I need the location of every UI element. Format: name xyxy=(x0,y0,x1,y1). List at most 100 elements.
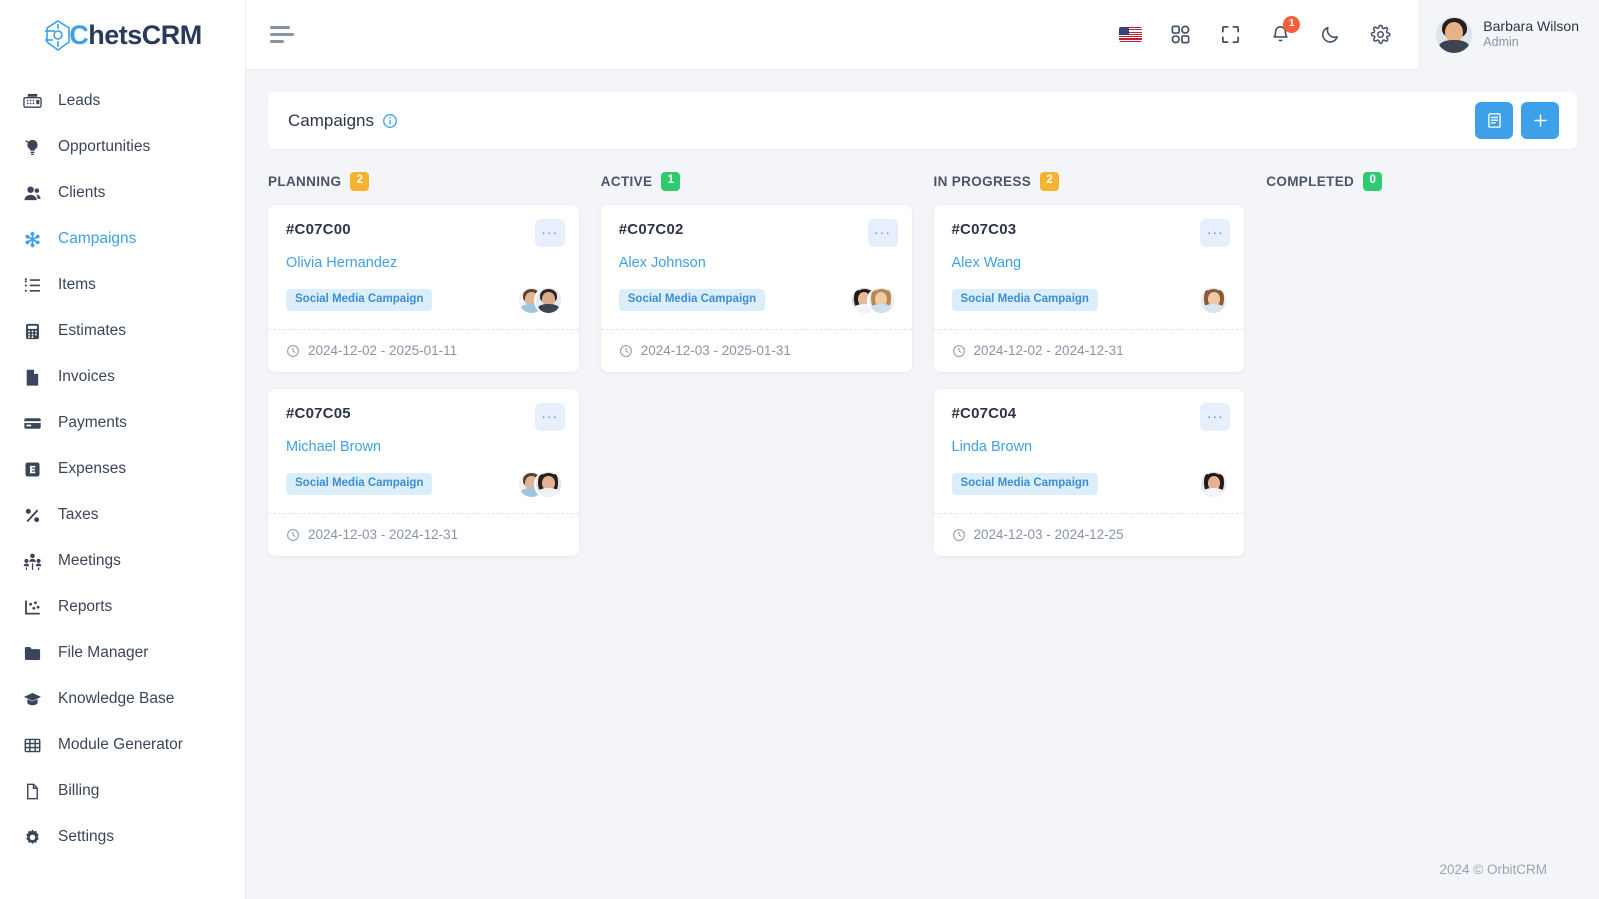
group-icon xyxy=(22,551,42,571)
card-date-range: 2024-12-03 - 2025-01-31 xyxy=(640,343,791,358)
card-person-link[interactable]: Alex Wang xyxy=(952,255,1229,271)
list-view-button[interactable] xyxy=(1475,102,1513,139)
column-count-badge: 2 xyxy=(1040,171,1060,191)
campaign-card[interactable]: #C07C05 ··· Michael Brown Social Media C… xyxy=(268,389,579,556)
app-root: ChetsCRM Leads Opportunities Clients Cam… xyxy=(0,0,1599,899)
sidebar-item-label: Estimates xyxy=(58,322,127,339)
sidebar-item-label: Opportunities xyxy=(58,138,151,155)
sidebar-item-label: Knowledge Base xyxy=(58,690,175,707)
sidebar-item-invoices[interactable]: Invoices xyxy=(0,354,245,400)
card-footer: 2024-12-03 - 2024-12-25 xyxy=(933,513,1245,556)
column-title: IN PROGRESS xyxy=(933,173,1032,189)
card-person-link[interactable]: Linda Brown xyxy=(952,439,1229,455)
logo-mark-icon xyxy=(43,19,73,53)
card-body: #C07C02 ··· Alex Johnson Social Media Ca… xyxy=(601,205,912,329)
dark-mode-moon-icon[interactable] xyxy=(1318,23,1342,47)
graduation-cap-icon xyxy=(22,689,42,709)
column-count-badge: 2 xyxy=(350,171,370,191)
page-title-text: Campaigns xyxy=(288,110,374,130)
sidebar-item-campaigns[interactable]: Campaigns xyxy=(0,216,245,262)
card-footer: 2024-12-02 - 2024-12-31 xyxy=(933,329,1245,372)
sidebar-item-payments[interactable]: Payments xyxy=(0,400,245,446)
sidebar-item-label: Items xyxy=(58,276,96,293)
empty-column-dropzone[interactable] xyxy=(1266,205,1577,265)
add-campaign-button[interactable] xyxy=(1521,102,1559,139)
card-menu-button[interactable]: ··· xyxy=(867,219,898,247)
page-header-card: Campaigns xyxy=(268,92,1577,149)
card-menu-button[interactable]: ··· xyxy=(1200,403,1231,431)
gear-icon xyxy=(22,827,42,847)
kanban-column-completed: COMPLETED 0 xyxy=(1266,169,1577,573)
document-icon xyxy=(22,367,42,387)
card-menu-button[interactable]: ··· xyxy=(1200,219,1231,247)
chart-icon xyxy=(22,597,42,617)
sidebar-item-meetings[interactable]: Meetings xyxy=(0,538,245,584)
language-flag-us-icon[interactable] xyxy=(1118,23,1142,47)
avatar-man-dark-suit xyxy=(533,285,563,315)
sidebar-item-label: Taxes xyxy=(58,506,99,523)
sidebar-item-estimates[interactable]: Estimates xyxy=(0,308,245,354)
column-title: COMPLETED xyxy=(1266,173,1355,189)
user-profile-menu[interactable]: Barbara Wilson Admin xyxy=(1418,0,1599,70)
card-avatar-group xyxy=(1199,469,1229,499)
sidebar: ChetsCRM Leads Opportunities Clients Cam… xyxy=(0,0,246,899)
card-body: #C07C04 ··· Linda Brown Social Media Cam… xyxy=(934,389,1245,513)
card-body: #C07C00 ··· Olivia Hernandez Social Medi… xyxy=(268,205,579,329)
clock-icon xyxy=(286,344,300,358)
sidebar-item-leads[interactable]: Leads xyxy=(0,78,245,124)
settings-gear-icon[interactable] xyxy=(1368,23,1392,47)
card-date-range: 2024-12-03 - 2024-12-25 xyxy=(973,527,1124,542)
sidebar-item-clients[interactable]: Clients xyxy=(0,170,245,216)
card-menu-button[interactable]: ··· xyxy=(534,219,565,247)
notifications-bell-icon[interactable]: 1 xyxy=(1268,15,1301,47)
card-date-range: 2024-12-03 - 2024-12-31 xyxy=(308,527,459,542)
column-header: COMPLETED 0 xyxy=(1266,169,1577,193)
apps-grid-icon[interactable] xyxy=(1168,23,1192,47)
campaign-card[interactable]: #C07C03 ··· Alex Wang Social Media Campa… xyxy=(933,205,1245,372)
campaign-card[interactable]: #C07C00 ··· Olivia Hernandez Social Medi… xyxy=(268,205,579,372)
card-person-link[interactable]: Olivia Hernandez xyxy=(286,255,563,271)
sidebar-item-reports[interactable]: Reports xyxy=(0,584,245,630)
clock-icon xyxy=(286,528,300,542)
list-icon xyxy=(22,275,42,295)
footer-copyright: 2024 © OrbitCRM xyxy=(1439,861,1547,877)
topbar-icon-group: 1 xyxy=(1118,15,1418,47)
card-id: #C07C03 xyxy=(951,221,1017,238)
card-footer: 2024-12-03 - 2024-12-31 xyxy=(268,513,579,556)
campaign-card[interactable]: #C07C04 ··· Linda Brown Social Media Cam… xyxy=(933,389,1245,556)
card-menu-button[interactable]: ··· xyxy=(534,403,565,431)
info-circle-icon[interactable] xyxy=(382,113,398,129)
kanban-board: PLANNING 2 #C07C00 ··· Olivia Hernandez … xyxy=(268,169,1577,573)
clock-icon xyxy=(619,344,633,358)
column-title: ACTIVE xyxy=(600,173,653,189)
sidebar-item-items[interactable]: Items xyxy=(0,262,245,308)
sidebar-item-expenses[interactable]: Expenses xyxy=(0,446,245,492)
sidebar-item-file-manager[interactable]: File Manager xyxy=(0,630,245,676)
calculator-icon xyxy=(22,321,42,341)
campaign-card[interactable]: #C07C02 ··· Alex Johnson Social Media Ca… xyxy=(600,205,912,372)
page-title: Campaigns xyxy=(288,111,398,131)
users-icon xyxy=(22,183,42,203)
card-person-link[interactable]: Michael Brown xyxy=(286,439,563,455)
kanban-column-planning: PLANNING 2 #C07C00 ··· Olivia Hernandez … xyxy=(268,169,579,573)
card-meta-row: Social Media Campaign xyxy=(286,285,563,315)
card-date-range: 2024-12-02 - 2025-01-11 xyxy=(308,343,458,358)
sidebar-item-module-generator[interactable]: Module Generator xyxy=(0,722,245,768)
sidebar-item-knowledge-base[interactable]: Knowledge Base xyxy=(0,676,245,722)
hamburger-icon[interactable] xyxy=(270,26,300,43)
sidebar-item-taxes[interactable]: Taxes xyxy=(0,492,245,538)
card-person-link[interactable]: Alex Johnson xyxy=(619,255,896,271)
sidebar-item-billing[interactable]: Billing xyxy=(0,768,245,814)
page-footer: 2024 © OrbitCRM xyxy=(246,839,1599,899)
fullscreen-icon[interactable] xyxy=(1218,23,1242,47)
kanban-column-active: ACTIVE 1 #C07C02 ··· Alex Johnson Social… xyxy=(600,169,912,573)
sidebar-item-settings[interactable]: Settings xyxy=(0,814,245,860)
column-header: ACTIVE 1 xyxy=(601,169,912,193)
brand-logo[interactable]: ChetsCRM xyxy=(0,0,245,70)
card-meta-row: Social Media Campaign xyxy=(286,469,563,499)
sidebar-item-label: Reports xyxy=(58,598,113,615)
sidebar-item-label: Clients xyxy=(58,184,106,201)
profile-role: Admin xyxy=(1483,35,1519,50)
card-date-range: 2024-12-02 - 2024-12-31 xyxy=(973,343,1124,358)
sidebar-item-opportunities[interactable]: Opportunities xyxy=(0,124,245,170)
